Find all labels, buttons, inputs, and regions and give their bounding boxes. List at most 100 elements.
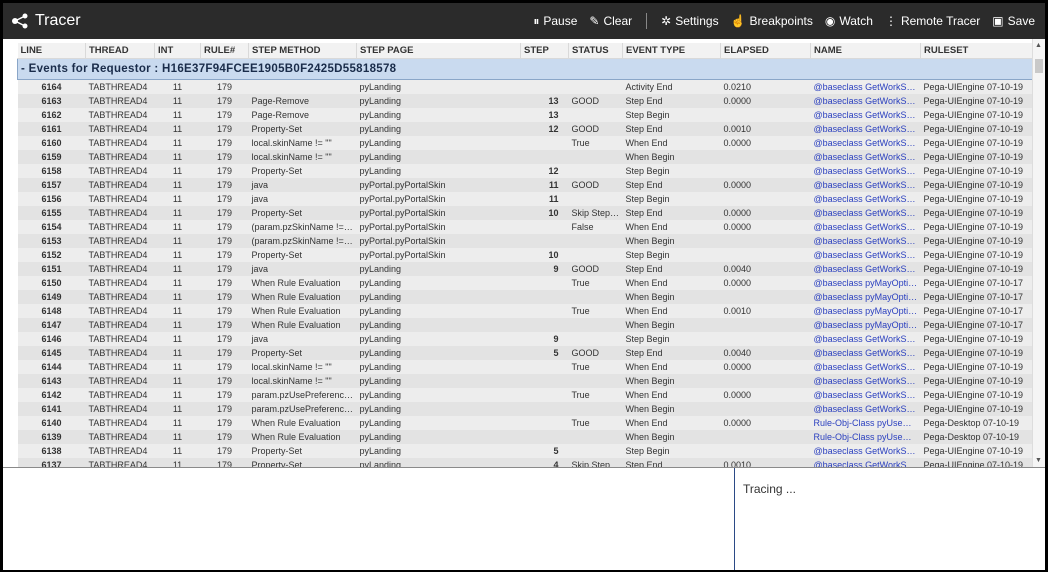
cell-name[interactable]: @baseclass GetWorkSty... [810, 122, 921, 136]
cell-step: 10 [520, 206, 569, 220]
cell-int: 11 [154, 304, 201, 318]
table-row[interactable]: 6149 TABTHREAD4 11 179 When Rule Evaluation p… [17, 290, 1033, 304]
col-header-elapsed[interactable]: ELAPSED [720, 43, 811, 59]
table-row[interactable]: 6140 TABTHREAD4 11 179 When Rule Evaluation p… [17, 416, 1033, 430]
col-header-name[interactable]: NAME [810, 43, 921, 59]
col-header-step[interactable]: STEP [520, 43, 569, 59]
cell-name[interactable]: @baseclass GetWorkSty... [810, 150, 921, 164]
cell-name[interactable]: @baseclass GetWorkSty... [810, 220, 921, 234]
table-row[interactable]: 6160 TABTHREAD4 11 179 local.skinName != "" p… [17, 136, 1033, 150]
table-row[interactable]: 6141 TABTHREAD4 11 179 param.pzUsePreference… [17, 402, 1033, 416]
table-row[interactable]: 6142 TABTHREAD4 11 179 param.pzUsePreference… [17, 388, 1033, 402]
table-row[interactable]: 6164 TABTHREAD4 11 179 pyLanding Activity End… [17, 79, 1033, 94]
cell-step-page: pyLanding [356, 444, 521, 458]
cell-name[interactable]: @baseclass GetWorkSty... [810, 346, 921, 360]
table-row[interactable]: 6145 TABTHREAD4 11 179 Property-Set pyLanding… [17, 346, 1033, 360]
cell-name[interactable]: @baseclass GetWorkSty... [810, 458, 921, 467]
cell-step: 13 [520, 108, 569, 122]
cell-name[interactable]: @baseclass GetWorkSty... [810, 206, 921, 220]
col-header-thread[interactable]: THREAD [85, 43, 155, 59]
cell-name[interactable]: @baseclass pyMayOptim... [810, 290, 921, 304]
table-row[interactable]: 6146 TABTHREAD4 11 179 java pyLanding 9 Step Be… [17, 332, 1033, 346]
cell-status: GOOD [568, 346, 623, 360]
cell-name[interactable]: @baseclass GetWorkSty... [810, 360, 921, 374]
cell-name[interactable]: @baseclass GetWorkSty... [810, 164, 921, 178]
cell-rule: 179 [200, 276, 249, 290]
table-row[interactable]: 6154 TABTHREAD4 11 179 (param.pzSkinName != … [17, 220, 1033, 234]
scrollbar-thumb[interactable] [1035, 59, 1043, 73]
table-row[interactable]: 6155 TABTHREAD4 11 179 Property-Set pyPortal.… [17, 206, 1033, 220]
col-header-status[interactable]: STATUS [568, 43, 623, 59]
table-row[interactable]: 6163 TABTHREAD4 11 179 Page-Remove pyLanding 1… [17, 94, 1033, 108]
watch-button[interactable]: ◉ Watch [825, 14, 873, 28]
cell-elapsed: 0.0040 [720, 346, 811, 360]
table-row[interactable]: 6137 TABTHREAD4 11 179 Property-Set pyLanding… [17, 458, 1033, 467]
cell-step-page: pyLanding [356, 458, 521, 467]
col-header-step-method[interactable]: STEP METHOD [248, 43, 357, 59]
cell-name[interactable]: @baseclass GetWorkSty... [810, 79, 921, 94]
cell-step-method: java [248, 332, 357, 346]
cell-ruleset: Pega-UIEngine 07-10-19 [920, 458, 1033, 467]
settings-button[interactable]: ✲ Settings [661, 14, 718, 28]
cell-name[interactable]: Rule-Obj-Class pyUseDe... [810, 430, 921, 444]
col-header-step-page[interactable]: STEP PAGE [356, 43, 521, 59]
col-header-event-type[interactable]: EVENT TYPE [622, 43, 721, 59]
requestor-group-header[interactable]: - Events for Requestor : H16E37F94FCEE19… [17, 58, 1033, 80]
table-row[interactable]: 6161 TABTHREAD4 11 179 Property-Set pyLanding… [17, 122, 1033, 136]
cell-name[interactable]: @baseclass pyMayOptim... [810, 318, 921, 332]
cell-name[interactable]: @baseclass GetWorkSty... [810, 262, 921, 276]
table-row[interactable]: 6144 TABTHREAD4 11 179 local.skinName != "" p… [17, 360, 1033, 374]
cell-name[interactable]: @baseclass GetWorkSty... [810, 374, 921, 388]
cell-name[interactable]: @baseclass GetWorkSty... [810, 444, 921, 458]
col-header-int[interactable]: INT [154, 43, 201, 59]
pause-button[interactable]: ⏸ Pause [533, 14, 577, 28]
col-header-ruleset[interactable]: RULESET [920, 43, 1033, 59]
cell-thread: TABTHREAD4 [85, 262, 155, 276]
table-row[interactable]: 6139 TABTHREAD4 11 179 When Rule Evaluation p… [17, 430, 1033, 444]
scroll-up-icon[interactable]: ▲ [1035, 42, 1042, 49]
table-row[interactable]: 6159 TABTHREAD4 11 179 local.skinName != "" p… [17, 150, 1033, 164]
table-row[interactable]: 6153 TABTHREAD4 11 179 (param.pzSkinName != … [17, 234, 1033, 248]
cell-name[interactable]: @baseclass GetWorkSty... [810, 388, 921, 402]
cell-int: 11 [154, 192, 201, 206]
table-row[interactable]: 6158 TABTHREAD4 11 179 Property-Set pyLanding… [17, 164, 1033, 178]
cell-name[interactable]: Rule-Obj-Class pyUseDe... [810, 416, 921, 430]
table-row[interactable]: 6156 TABTHREAD4 11 179 java pyPortal.pyPortal… [17, 192, 1033, 206]
scroll-down-icon[interactable]: ▼ [1035, 457, 1042, 464]
cell-name[interactable]: @baseclass GetWorkSty... [810, 248, 921, 262]
save-button[interactable]: ▣ Save [992, 14, 1035, 28]
cell-name[interactable]: @baseclass GetWorkSty... [810, 136, 921, 150]
cell-name[interactable]: @baseclass GetWorkSty... [810, 332, 921, 346]
table-row[interactable]: 6162 TABTHREAD4 11 179 Page-Remove pyLanding 1… [17, 108, 1033, 122]
table-row[interactable]: 6151 TABTHREAD4 11 179 java pyLanding 9 GOOD Ste… [17, 262, 1033, 276]
table-row[interactable]: 6148 TABTHREAD4 11 179 When Rule Evaluation p… [17, 304, 1033, 318]
cell-name[interactable]: @baseclass pyMayOptim... [810, 304, 921, 318]
vertical-scrollbar[interactable]: ▲ ▼ [1032, 39, 1045, 467]
cell-line: 6147 [17, 318, 86, 332]
table-row[interactable]: 6157 TABTHREAD4 11 179 java pyPortal.pyPortal… [17, 178, 1033, 192]
col-header-line[interactable]: LINE [17, 43, 86, 59]
cell-name[interactable]: @baseclass GetWorkSty... [810, 94, 921, 108]
table-row[interactable]: 6147 TABTHREAD4 11 179 When Rule Evaluation p… [17, 318, 1033, 332]
cell-status: Skip Step /... [568, 206, 623, 220]
table-row[interactable]: 6138 TABTHREAD4 11 179 Property-Set pyLanding… [17, 444, 1033, 458]
col-header-rule[interactable]: RULE# [200, 43, 249, 59]
table-row[interactable]: 6152 TABTHREAD4 11 179 Property-Set pyPortal.… [17, 248, 1033, 262]
cell-name[interactable]: @baseclass GetWorkSty... [810, 402, 921, 416]
table-row[interactable]: 6150 TABTHREAD4 11 179 When Rule Evaluation p… [17, 276, 1033, 290]
cell-line: 6150 [17, 276, 86, 290]
cell-rule: 179 [200, 374, 249, 388]
cell-name[interactable]: @baseclass GetWorkSty... [810, 234, 921, 248]
cell-name[interactable]: @baseclass GetWorkSty... [810, 178, 921, 192]
cell-name[interactable]: @baseclass pyMayOptim... [810, 276, 921, 290]
cell-line: 6164 [17, 79, 86, 94]
table-row[interactable]: 6143 TABTHREAD4 11 179 local.skinName != "" p… [17, 374, 1033, 388]
clear-button[interactable]: ✎ Clear [589, 14, 632, 28]
cell-thread: TABTHREAD4 [85, 206, 155, 220]
cell-name[interactable]: @baseclass GetWorkSty... [810, 192, 921, 206]
breakpoints-button[interactable]: ☝ Breakpoints [731, 14, 813, 28]
cell-name[interactable]: @baseclass GetWorkSty... [810, 108, 921, 122]
cell-thread: TABTHREAD4 [85, 220, 155, 234]
remote-tracer-button[interactable]: ⋮ Remote Tracer [885, 14, 980, 28]
cell-line: 6137 [17, 458, 86, 467]
